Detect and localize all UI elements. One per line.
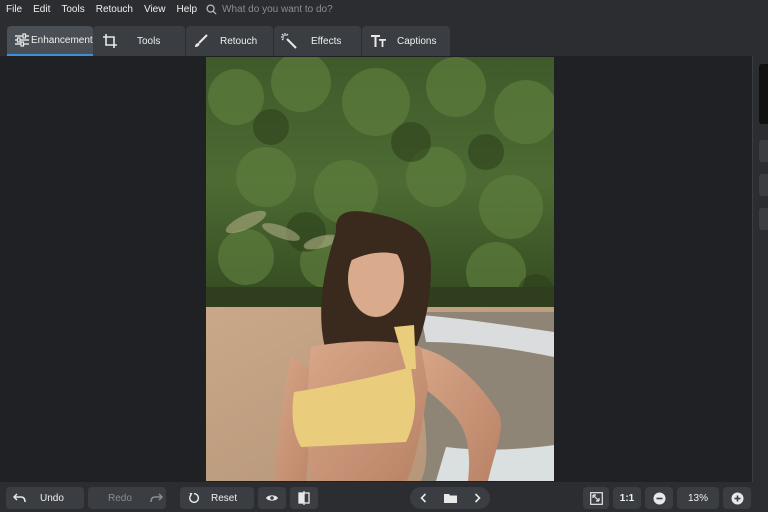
actual-size-button[interactable]: 1:1	[613, 487, 641, 509]
tab-effects[interactable]: Effects	[274, 26, 361, 56]
fit-screen-icon	[589, 491, 603, 505]
zoom-out-button[interactable]	[645, 487, 673, 509]
tab-label: Effects	[311, 35, 342, 47]
tab-captions[interactable]: Captions	[362, 26, 450, 56]
navigation-group	[410, 487, 490, 509]
menu-file[interactable]: File	[0, 0, 27, 19]
plus-circle-icon	[731, 492, 743, 504]
photo-canvas[interactable]	[206, 57, 554, 481]
histogram-preview	[759, 64, 768, 124]
right-panel	[752, 56, 768, 482]
tab-tools[interactable]: Tools	[93, 26, 185, 56]
sliders-icon	[13, 31, 31, 49]
next-button[interactable]	[464, 493, 490, 503]
redo-label: Redo	[108, 492, 132, 504]
tab-label: Retouch	[220, 35, 258, 47]
zoom-level[interactable]: 13%	[677, 487, 719, 509]
minus-circle-icon	[653, 492, 665, 504]
previous-button[interactable]	[410, 493, 436, 503]
tab-label: Tools	[137, 35, 161, 47]
magic-wand-icon	[280, 32, 298, 50]
compare-icon	[298, 491, 310, 505]
search-icon	[206, 4, 217, 15]
tab-label: Captions	[397, 35, 437, 47]
brush-icon	[192, 32, 210, 50]
crop-icon	[101, 32, 119, 50]
search-placeholder: What do you want to do?	[222, 4, 333, 15]
menu-tools[interactable]: Tools	[55, 0, 89, 19]
undo-button[interactable]: Undo	[6, 487, 84, 509]
panel-toggle[interactable]	[759, 174, 768, 196]
chevron-right-icon	[474, 493, 481, 503]
menu-edit[interactable]: Edit	[27, 0, 55, 19]
command-search[interactable]: What do you want to do?	[206, 4, 333, 15]
panel-toggle[interactable]	[759, 208, 768, 230]
tab-bar: Enhancement Tools Retouch Effects Captio…	[0, 19, 768, 56]
menu-retouch[interactable]: Retouch	[90, 0, 138, 19]
reset-label: Reset	[211, 492, 238, 504]
chevron-left-icon	[419, 493, 426, 503]
panel-toggle[interactable]	[759, 140, 768, 162]
tab-retouch[interactable]: Retouch	[186, 26, 273, 56]
undo-icon	[13, 493, 26, 503]
folder-icon	[443, 494, 457, 503]
zoom-in-button[interactable]	[723, 487, 751, 509]
menu-bar: File Edit Tools Retouch View Help What d…	[0, 0, 768, 19]
redo-button[interactable]: Redo	[88, 487, 166, 509]
reset-button[interactable]: Reset	[180, 487, 254, 509]
reset-icon	[189, 492, 200, 503]
tab-enhancement[interactable]: Enhancement	[7, 26, 93, 56]
menu-help[interactable]: Help	[170, 0, 202, 19]
photo-image	[206, 57, 554, 481]
open-folder-button[interactable]	[436, 493, 464, 503]
fit-to-screen-button[interactable]	[583, 487, 609, 509]
menu-view[interactable]: View	[138, 0, 171, 19]
preview-button[interactable]	[258, 487, 286, 509]
redo-icon	[150, 493, 163, 503]
eye-icon	[266, 495, 278, 501]
bottom-toolbar: Undo Redo Reset 1:1 13%	[0, 482, 768, 512]
compare-button[interactable]	[290, 487, 318, 509]
text-icon	[370, 32, 388, 50]
tab-label: Enhancement	[31, 34, 93, 46]
undo-label: Undo	[40, 492, 64, 504]
